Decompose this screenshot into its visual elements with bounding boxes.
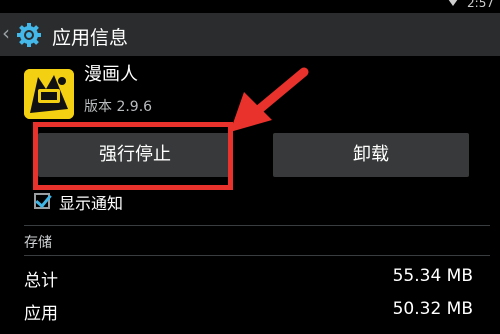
highlight-box — [33, 122, 233, 190]
back-chevron-icon[interactable]: ‹ — [2, 21, 10, 45]
app-icon — [24, 69, 74, 119]
storage-row-label: 总计 — [24, 271, 58, 291]
show-notifications-label: 显示通知 — [59, 194, 124, 213]
app-name: 漫画人 — [84, 64, 138, 85]
show-notifications-checkbox[interactable] — [34, 190, 52, 209]
checkmark-icon — [35, 190, 52, 209]
storage-row-label: 应用 — [24, 304, 58, 324]
wifi-icon — [448, 0, 458, 6]
divider — [24, 225, 490, 226]
status-time: 2:57 — [467, 0, 494, 10]
page-title: 应用信息 — [52, 27, 129, 49]
divider — [24, 255, 490, 256]
storage-section-title: 存储 — [24, 235, 52, 251]
status-bar: 2:57 — [0, 0, 500, 13]
settings-gear-icon[interactable] — [15, 21, 43, 49]
storage-row-value: 55.34 MB — [392, 266, 473, 286]
app-version: 版本 2.9.6 — [84, 99, 153, 115]
action-bar: ‹ 应用信息 — [0, 13, 500, 56]
uninstall-button[interactable]: 卸载 — [273, 133, 469, 177]
storage-row-value: 50.32 MB — [392, 299, 473, 319]
